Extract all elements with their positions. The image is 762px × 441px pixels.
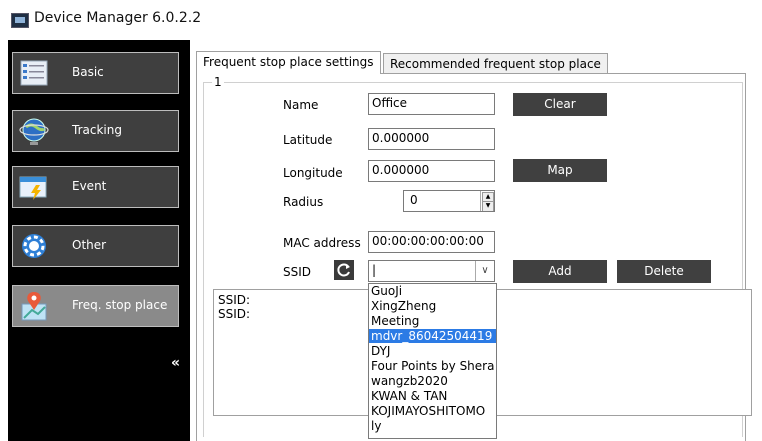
group-title: 1 bbox=[212, 75, 224, 89]
ssid-dropdown-list[interactable]: GuoJi XingZheng Meeting mdvr_86042504419… bbox=[368, 283, 497, 439]
collapse-sidebar-button[interactable]: « bbox=[171, 355, 180, 371]
radius-spinner[interactable]: ▲ ▼ bbox=[480, 191, 494, 211]
title-bar: Device Manager 6.0.2.2 bbox=[0, 0, 762, 40]
ssid-input-value: | bbox=[372, 263, 377, 277]
radius-stepper[interactable]: 0 ▲ ▼ bbox=[403, 190, 495, 212]
latitude-label: Latitude bbox=[283, 133, 333, 147]
list-item: SSID: bbox=[218, 293, 251, 307]
tab-frequent-stop-place-settings[interactable]: Frequent stop place settings bbox=[196, 51, 381, 74]
app-logo-icon bbox=[11, 13, 29, 28]
sidebar-item-event[interactable]: Event bbox=[12, 166, 179, 208]
dropdown-option[interactable]: ly bbox=[369, 419, 496, 433]
sidebar-item-label: Tracking bbox=[72, 123, 122, 137]
mac-address-field[interactable]: 00:00:00:00:00:00 bbox=[368, 231, 495, 253]
clear-button[interactable]: Clear bbox=[513, 93, 607, 116]
add-button[interactable]: Add bbox=[513, 260, 607, 283]
chevron-down-icon[interactable]: ∨ bbox=[475, 261, 494, 281]
sidebar-item-tracking[interactable]: Tracking bbox=[12, 110, 179, 152]
tracking-globe-icon bbox=[19, 118, 49, 145]
refresh-ssid-button[interactable] bbox=[334, 260, 354, 280]
sidebar-item-label: Other bbox=[72, 238, 107, 252]
sidebar-item-label: Basic bbox=[72, 65, 104, 79]
latitude-field[interactable]: 0.000000 bbox=[368, 128, 495, 150]
mac-address-label: MAC address bbox=[283, 236, 361, 250]
longitude-field[interactable]: 0.000000 bbox=[368, 160, 495, 182]
sidebar-item-label: Event bbox=[72, 179, 107, 193]
name-field[interactable]: Office bbox=[368, 93, 495, 115]
dropdown-option[interactable]: GuoJi bbox=[369, 284, 496, 298]
other-gear-icon bbox=[22, 234, 46, 258]
dropdown-option[interactable]: KOJIMAYOSHITOMO bbox=[369, 404, 496, 418]
ssid-label: SSID bbox=[283, 265, 312, 279]
delete-button[interactable]: Delete bbox=[617, 260, 711, 283]
sidebar-item-basic[interactable]: Basic bbox=[12, 52, 179, 94]
radius-value: 0 bbox=[410, 193, 418, 207]
dropdown-option[interactable]: Four Points by Shera bbox=[369, 359, 496, 373]
longitude-label: Longitude bbox=[283, 166, 343, 180]
list-item: SSID: bbox=[218, 307, 251, 321]
dropdown-option-selected[interactable]: mdvr_86042504419 bbox=[369, 329, 496, 343]
sidebar-item-other[interactable]: Other bbox=[12, 225, 179, 267]
dropdown-option[interactable]: Meeting bbox=[369, 314, 496, 328]
name-label: Name bbox=[283, 98, 319, 112]
dropdown-option[interactable]: DYJ bbox=[369, 344, 496, 358]
dropdown-option[interactable]: XingZheng bbox=[369, 299, 496, 313]
map-pin-icon bbox=[21, 292, 47, 321]
sidebar-item-label: Freq. stop place bbox=[72, 298, 168, 312]
map-button[interactable]: Map bbox=[513, 159, 607, 182]
basic-list-icon bbox=[20, 60, 48, 86]
ssid-combobox[interactable]: | ∨ bbox=[368, 260, 495, 282]
sidebar: Basic Tracking Event Other Freq. stop pl… bbox=[8, 40, 190, 441]
refresh-icon bbox=[337, 263, 350, 277]
sidebar-item-freq-stop-place[interactable]: Freq. stop place bbox=[12, 285, 179, 327]
window-title: Device Manager 6.0.2.2 bbox=[34, 10, 202, 26]
radius-label: Radius bbox=[283, 195, 324, 209]
event-icon bbox=[19, 176, 47, 200]
dropdown-option[interactable]: KWAN & TAN bbox=[369, 389, 496, 403]
spin-down-icon[interactable]: ▼ bbox=[482, 201, 494, 211]
tab-recommended-frequent-stop-place[interactable]: Recommended frequent stop place bbox=[383, 53, 608, 73]
dropdown-option[interactable]: wangzb2020 bbox=[369, 374, 496, 388]
